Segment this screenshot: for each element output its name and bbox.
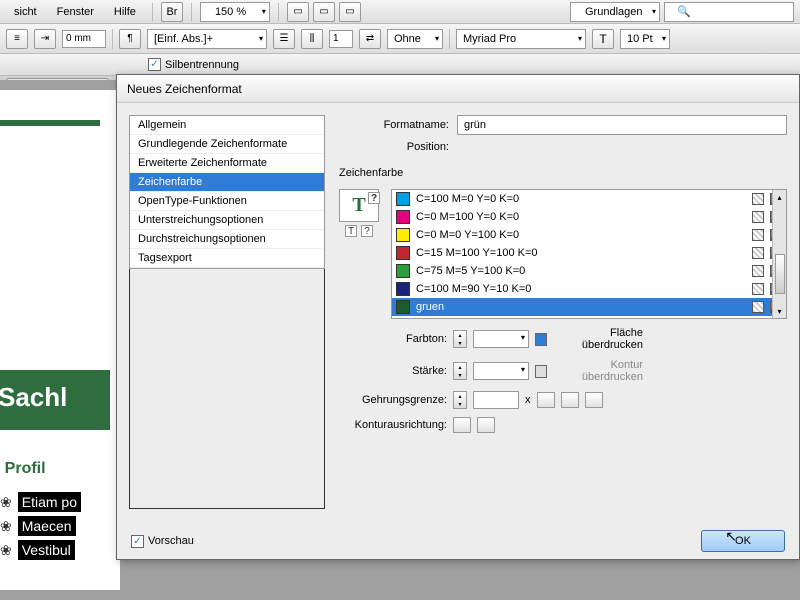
indent-icon[interactable]: ⇥ xyxy=(34,29,56,49)
bullet-icon: ❀ xyxy=(0,542,12,559)
konturaus-label: Konturausrichtung: xyxy=(339,419,447,431)
swatch-row[interactable]: gruen xyxy=(392,298,786,316)
category-row[interactable]: Erweiterte Zeichenformate xyxy=(130,154,324,173)
app-menubar: sicht Fenster Hilfe Br 150 % ▭ ▭ ▭ Grund… xyxy=(0,0,800,24)
bullet-icon: ❀ xyxy=(0,518,12,535)
position-label: Position: xyxy=(339,141,449,153)
category-row[interactable]: Allgemein xyxy=(130,116,324,135)
category-list[interactable]: AllgemeinGrundlegende ZeichenformateErwe… xyxy=(129,115,325,269)
swatch-row[interactable]: C=75 M=5 Y=100 K=0 xyxy=(392,262,786,280)
heading-profil: r Profil xyxy=(0,460,46,478)
flaeche-ueber-check[interactable]: Fläche überdrucken xyxy=(535,327,643,351)
size-combo[interactable]: 10 Pt xyxy=(620,29,670,49)
cols2-icon[interactable]: ⫼ xyxy=(301,29,323,49)
gehr-x: x xyxy=(525,394,531,406)
join-1-icon[interactable] xyxy=(537,392,555,408)
category-detail-box xyxy=(129,269,325,509)
align-stroke-1-icon[interactable] xyxy=(453,417,471,433)
dialog-neues-zeichenformat: Neues Zeichenformat AllgemeinGrundlegend… xyxy=(116,74,800,560)
vorschau-check[interactable]: ✓Vorschau xyxy=(131,535,194,548)
view-mode-2-icon[interactable]: ▭ xyxy=(313,2,335,22)
gehr-spin[interactable]: ▴▾ xyxy=(453,391,467,409)
silben-check[interactable]: ✓Silbentrennung xyxy=(148,58,239,71)
farbton-label: Farbton: xyxy=(339,333,447,345)
formatname-label: Formatname: xyxy=(339,119,449,131)
section-title: Zeichenfarbe xyxy=(339,167,787,179)
view-mode-3-icon[interactable]: ▭ xyxy=(339,2,361,22)
control-panel: ≡ ⇥ ¶ [Einf. Abs.]+ ☰ ⫼ ⇄ Ohne Myriad Pr… xyxy=(0,24,800,54)
cols-icon[interactable]: ☰ xyxy=(273,29,295,49)
swatch-scrollbar[interactable]: ▴▾ xyxy=(772,190,786,318)
offset-field[interactable] xyxy=(62,30,106,48)
staerke-combo[interactable] xyxy=(473,362,529,380)
align-stroke-2-icon[interactable] xyxy=(477,417,495,433)
font-combo[interactable]: Myriad Pro xyxy=(456,29,586,49)
bullet-icon: ❀ xyxy=(0,494,12,511)
category-row[interactable]: Tagsexport xyxy=(130,249,324,268)
category-row[interactable]: Durchstreichungsoptionen xyxy=(130,230,324,249)
gehr-label: Gehrungsgrenze: xyxy=(339,394,447,406)
kontur-ueber-check[interactable]: Kontur überdrucken xyxy=(535,359,643,383)
para-align-icon[interactable]: ≡ xyxy=(6,29,28,49)
staerke-spin[interactable]: ▴▾ xyxy=(453,362,467,380)
bullet-2: Maecen xyxy=(18,516,76,536)
para-style-icon[interactable]: ¶ xyxy=(119,29,141,49)
menu-fenster[interactable]: Fenster xyxy=(49,3,102,21)
gehr-field[interactable] xyxy=(473,391,519,409)
join-3-icon[interactable] xyxy=(585,392,603,408)
view-mode-1-icon[interactable]: ▭ xyxy=(287,2,309,22)
swatch-row[interactable]: C=0 M=0 Y=100 K=0 xyxy=(392,226,786,244)
cols-field[interactable] xyxy=(329,30,353,48)
bullet-1: Etiam po xyxy=(18,492,81,512)
para-style-combo[interactable]: [Einf. Abs.]+ xyxy=(147,29,267,49)
search-box[interactable]: 🔍 xyxy=(664,2,794,22)
swatch-row[interactable]: C=15 M=100 Y=100 K=0 xyxy=(392,244,786,262)
workspace-combo[interactable]: Grundlagen xyxy=(570,2,660,22)
swatch-row[interactable]: C=100 M=0 Y=0 K=0 xyxy=(392,190,786,208)
swatch-row[interactable]: C=0 M=100 Y=0 K=0 xyxy=(392,208,786,226)
heading-sach: Sachl xyxy=(0,370,110,430)
size-icon[interactable]: T xyxy=(592,29,614,49)
hyph-icon[interactable]: ⇄ xyxy=(359,29,381,49)
swatch-row[interactable]: C=100 M=90 Y=10 K=0 xyxy=(392,280,786,298)
ok-button[interactable]: OK xyxy=(701,530,785,552)
search-icon: 🔍 xyxy=(669,2,699,21)
formatname-input[interactable] xyxy=(457,115,787,135)
dialog-title: Neues Zeichenformat xyxy=(117,75,799,103)
bridge-button[interactable]: Br xyxy=(161,2,183,22)
bullet-3: Vestibul xyxy=(18,540,75,560)
farbton-combo[interactable] xyxy=(473,330,529,348)
control-panel-2: ✓Silbentrennung xyxy=(0,54,800,76)
page: Sachl r Profil ❀ Etiam po ❀ Maecen ❀ Vestib… xyxy=(0,90,120,590)
staerke-label: Stärke: xyxy=(339,365,447,377)
hyph-combo[interactable]: Ohne xyxy=(387,29,443,49)
menu-ansicht[interactable]: sicht xyxy=(6,3,45,21)
farbton-spin[interactable]: ▴▾ xyxy=(453,330,467,348)
category-row[interactable]: Unterstreichungsoptionen xyxy=(130,211,324,230)
proxy-q1[interactable]: T xyxy=(345,225,357,237)
category-row[interactable]: Grundlegende Zeichenformate xyxy=(130,135,324,154)
fill-stroke-proxy[interactable]: T? xyxy=(339,189,379,222)
proxy-q2[interactable]: ? xyxy=(361,225,373,237)
menu-hilfe[interactable]: Hilfe xyxy=(106,3,144,21)
join-2-icon[interactable] xyxy=(561,392,579,408)
category-row[interactable]: Zeichenfarbe xyxy=(130,173,324,192)
swatch-list[interactable]: C=100 M=0 Y=0 K=0C=0 M=100 Y=0 K=0C=0 M=… xyxy=(391,189,787,319)
category-row[interactable]: OpenType-Funktionen xyxy=(130,192,324,211)
zoom-combo[interactable]: 150 % xyxy=(200,2,270,22)
